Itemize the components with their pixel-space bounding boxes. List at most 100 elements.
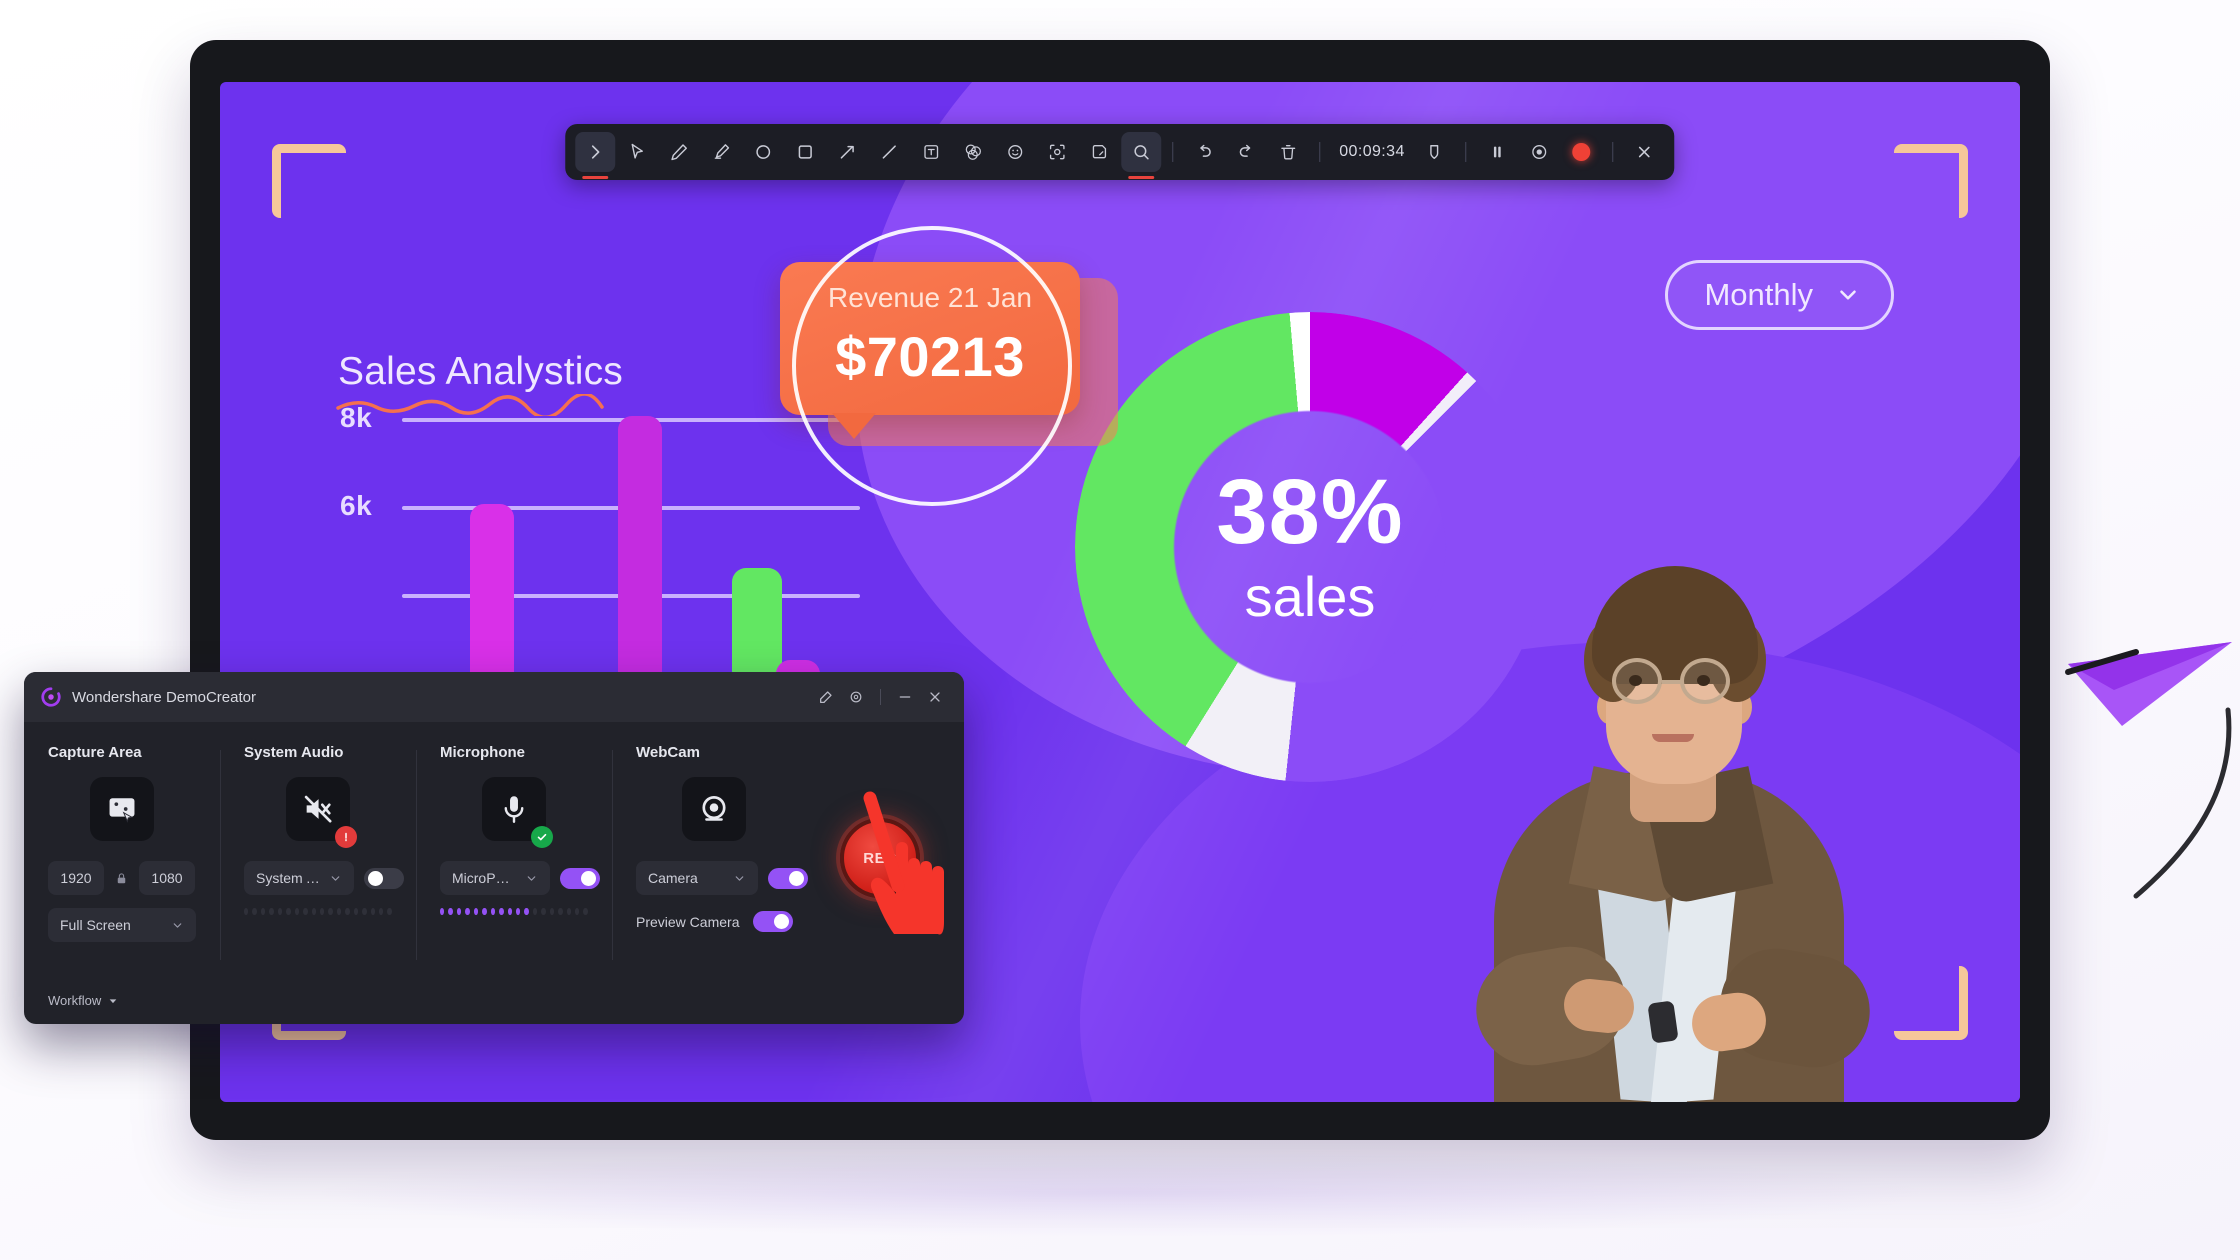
page-title: Sales Analystics (338, 350, 623, 393)
webcam-device-select[interactable]: Camera (636, 861, 758, 895)
system-audio-device-row: System Au... (244, 861, 404, 895)
toolbar-close-button[interactable] (1625, 132, 1665, 172)
snapshot-icon (1532, 145, 1547, 159)
microphone-section: Microphone MicroPhon... (416, 744, 612, 1024)
toolbar-record-button[interactable] (1562, 132, 1602, 172)
emoji-icon (1008, 145, 1023, 159)
toolbar-divider-4 (1612, 142, 1614, 162)
pause-icon (1494, 146, 1502, 158)
capture-preset-select[interactable]: Full Screen (48, 908, 196, 942)
toolbar-text-button[interactable] (911, 132, 951, 172)
wondershare-logo-icon (41, 687, 61, 707)
chevron-down-icon (173, 922, 182, 928)
line-icon (882, 145, 896, 159)
y-axis-tick-8k: 8k (340, 402, 373, 433)
system-audio-tile[interactable] (286, 777, 357, 848)
arrow-icon (840, 145, 854, 159)
system-audio-title: System Audio (244, 744, 344, 761)
period-selector-monthly[interactable]: Monthly (1665, 260, 1894, 330)
democreator-body: Capture Area 1920 1080 Full Screen Workf… (24, 722, 964, 1024)
toolbar-divider-2 (1319, 142, 1321, 162)
magnifier-icon (1134, 145, 1149, 160)
toolbar-pencil-button[interactable] (659, 132, 699, 172)
toolbar-undo-button[interactable] (1184, 132, 1224, 172)
sticker-icon (1092, 145, 1107, 159)
preview-camera-label: Preview Camera (636, 913, 740, 930)
webcam-device-value: Camera (648, 870, 698, 886)
titlebar-settings-button[interactable] (841, 682, 871, 712)
toolbar-rectangle-button[interactable] (785, 132, 825, 172)
screen-capture-icon (109, 798, 135, 823)
democreator-window: Wondershare DemoCreator Capture Area 192… (24, 672, 964, 1024)
title-underline-squiggle (336, 394, 604, 416)
toolbar-redo-button[interactable] (1226, 132, 1266, 172)
cursor-icon (631, 143, 643, 159)
toolbar-line-button[interactable] (869, 132, 909, 172)
monitor-reflection (300, 1148, 1940, 1238)
webcam-toggle[interactable] (768, 867, 808, 889)
titlebar-edit-button[interactable] (811, 682, 841, 712)
pencil-icon (671, 144, 687, 161)
revenue-tooltip: Revenue 21 Jan $70213 (780, 262, 1080, 439)
microphone-tile[interactable] (482, 777, 553, 848)
toolbar-arrow-button[interactable] (827, 132, 867, 172)
system-audio-toggle[interactable] (364, 867, 404, 889)
capture-height-input[interactable]: 1080 (139, 861, 195, 895)
microphone-device-select[interactable]: MicroPhon... (440, 861, 550, 895)
caret-down-icon (109, 998, 117, 1003)
system-audio-device-select[interactable]: System Au... (244, 861, 354, 895)
webcam-tile[interactable] (682, 777, 746, 841)
titlebar-minimize-button[interactable] (890, 682, 920, 712)
highlighter-icon (714, 144, 730, 159)
text-icon (924, 145, 939, 159)
tooltip-label: Revenue 21 Jan (828, 282, 1032, 313)
microphone-toggle[interactable] (560, 867, 600, 889)
check-icon (537, 833, 547, 841)
spotlight-icon (1049, 144, 1065, 160)
toolbar-zoom-button[interactable] (1121, 132, 1162, 172)
workflow-menu[interactable]: Workflow (48, 993, 118, 1008)
capture-area-title: Capture Area (48, 744, 142, 761)
webcam-section: WebCam Camera Preview Camera (612, 744, 842, 1024)
palette-icon (965, 144, 981, 160)
chevron-down-icon (527, 875, 536, 881)
titlebar-close-button[interactable] (920, 682, 950, 712)
expand-chevron-icon (591, 145, 600, 159)
toolbar-shield-button[interactable] (1415, 132, 1455, 172)
record-dot-icon (1572, 143, 1591, 161)
toolbar-clear-button[interactable] (1268, 132, 1308, 172)
chevron-down-icon (331, 875, 340, 881)
lock-icon[interactable] (114, 871, 129, 886)
toolbar-sticker-button[interactable] (1079, 132, 1119, 172)
webcam-icon (702, 796, 726, 821)
exclamation-icon (345, 832, 347, 842)
microphone-enabled-badge (531, 826, 553, 848)
capture-width-input[interactable]: 1920 (48, 861, 104, 895)
preview-camera-row: Preview Camera (636, 911, 818, 932)
toolbar-pause-button[interactable] (1478, 132, 1518, 172)
toolbar-ellipse-button[interactable] (743, 132, 783, 172)
speaker-muted-icon (304, 795, 332, 823)
circle-icon (756, 145, 771, 159)
close-icon (1639, 146, 1651, 158)
toolbar-spotlight-button[interactable] (1037, 132, 1077, 172)
toolbar-cursor-button[interactable] (617, 132, 657, 172)
chevron-down-icon (735, 875, 744, 881)
preview-camera-toggle[interactable] (753, 911, 794, 932)
toolbar-expand-button[interactable] (575, 132, 616, 172)
microphone-level-meter (440, 908, 588, 915)
redo-icon (1239, 144, 1251, 157)
democreator-titlebar: Wondershare DemoCreator (24, 672, 964, 722)
microphone-device-row: MicroPhon... (440, 861, 600, 895)
workflow-label: Workflow (48, 993, 102, 1008)
toolbar-palette-button[interactable] (953, 132, 993, 172)
toolbar-emoji-button[interactable] (995, 132, 1035, 172)
window-title: Wondershare DemoCreator (72, 688, 256, 706)
microphone-title: Microphone (440, 744, 525, 761)
toolbar-snapshot-button[interactable] (1520, 132, 1560, 172)
webcam-title: WebCam (636, 744, 700, 761)
toolbar-divider-3 (1465, 142, 1467, 162)
system-audio-section: System Audio System Au... (220, 744, 416, 1024)
capture-area-tile[interactable] (90, 777, 154, 841)
toolbar-highlighter-button[interactable] (701, 132, 741, 172)
